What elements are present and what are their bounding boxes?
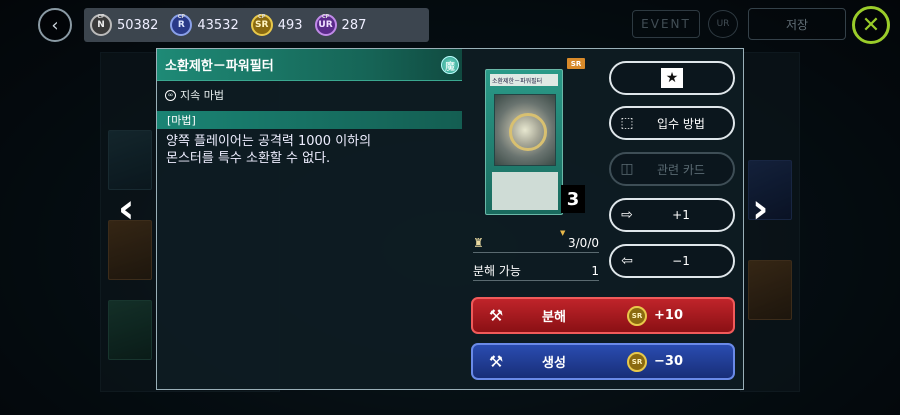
deck-count-badge: 3 — [561, 185, 585, 213]
r-gem-icon: R — [170, 14, 193, 36]
remove-card-icon: ⇦ — [621, 253, 633, 269]
craft-points-value: 43532 — [197, 17, 239, 33]
craft-points-r: R 43532 — [170, 14, 239, 36]
card-description: 양쪽 플레이어는 공격력 1000 이하의 몬스터를 특수 소환할 수 없다. — [166, 134, 372, 166]
related-cards-icon: ◫ — [620, 161, 634, 177]
sr-gem-icon: SR — [627, 305, 647, 326]
card-text-box — [492, 172, 558, 210]
card-detail-dialog: 소환제한－파워필터 魔 ∞ 지속 마법 [마법] 양쪽 플레이어는 공격력 10… — [156, 48, 744, 390]
card-artwork — [494, 94, 556, 166]
craft-points-ur: UR 287 — [314, 14, 367, 36]
card-image[interactable]: 소환제한－파워필터 — [485, 69, 563, 215]
card-type-label: 지속 마법 — [180, 89, 224, 102]
next-card-button[interactable]: › — [752, 186, 768, 232]
craft-points-value: 287 — [341, 17, 367, 33]
add-to-deck-button[interactable]: ⇨ +1 — [609, 198, 735, 232]
ur-filter-button[interactable]: UR — [708, 10, 738, 38]
n-gem-icon: N — [90, 14, 112, 36]
continuous-spell-icon: ∞ — [165, 89, 176, 101]
event-button[interactable]: EVENT — [632, 10, 700, 38]
generate-button[interactable]: ⚒ 생성 SR −30 — [471, 343, 735, 380]
craft-points-n: N 50382 — [90, 14, 158, 36]
dismantle-available-count: 1 — [591, 263, 599, 278]
sr-gem-icon: SR — [627, 351, 647, 372]
generate-value: −30 — [654, 354, 683, 369]
remove-from-deck-button[interactable]: ⇦ −1 — [609, 244, 735, 278]
how-to-obtain-label: 입수 방법 — [657, 116, 705, 131]
generate-label: 생성 — [542, 356, 566, 371]
previous-card-button[interactable]: ‹ — [118, 186, 134, 232]
dismantle-button[interactable]: ⚒ 분해 SR +10 — [471, 297, 735, 334]
dismantle-value: +10 — [654, 308, 683, 323]
craft-hammer-icon: ⚒ — [488, 352, 504, 371]
favorite-button[interactable]: ★ — [609, 61, 735, 95]
add-to-deck-label: +1 — [672, 208, 690, 222]
craft-points-value: 50382 — [117, 17, 159, 33]
card-type-line: ∞ 지속 마법 — [165, 87, 224, 103]
add-card-icon: ⇨ — [621, 207, 633, 223]
dismantle-label: 분해 — [542, 310, 566, 325]
card-name: 소환제한－파워필터 — [157, 49, 462, 81]
sr-gem-icon: SR — [250, 14, 273, 36]
back-button[interactable]: ‹ — [38, 8, 72, 42]
dismantle-available-label: 분해 가능 — [473, 264, 521, 278]
craft-points-value: 493 — [277, 17, 303, 33]
related-cards-button[interactable]: ◫ 관련 카드 — [609, 152, 735, 186]
card-rarity-icon: ♜ — [473, 235, 484, 250]
ur-gem-icon: UR — [314, 14, 337, 36]
hammer-icon: ⚒ — [488, 306, 504, 325]
craft-points-bar: N 50382 R 43532 SR 493 UR 287 — [84, 8, 429, 42]
related-cards-label: 관련 카드 — [657, 162, 705, 177]
craft-points-sr: SR 493 — [250, 14, 303, 36]
close-button[interactable]: ✕ — [852, 6, 890, 44]
obtain-icon: ⬚ — [620, 115, 634, 131]
rarity-badge: SR — [567, 58, 585, 69]
save-button[interactable]: 저장 — [748, 8, 846, 40]
dismantle-available-row: 분해 가능 1 — [473, 261, 599, 281]
remove-from-deck-label: −1 — [672, 254, 690, 268]
spell-attribute-icon: 魔 — [441, 56, 459, 74]
owned-count: 3/0/0 — [568, 235, 599, 250]
owned-count-row: ♜ 3/0/0 — [473, 233, 599, 253]
card-image-title: 소환제한－파워필터 — [490, 74, 558, 86]
star-icon: ★ — [661, 68, 683, 88]
card-category: [마법] — [157, 111, 462, 129]
how-to-obtain-button[interactable]: ⬚ 입수 방법 — [609, 106, 735, 140]
deck-edit-screen: ‹ N 50382 R 43532 SR 493 UR 287 EVENT UR… — [0, 0, 900, 415]
close-icon: ✕ — [861, 12, 881, 38]
chevron-left-icon: ‹ — [118, 186, 135, 232]
chevron-right-icon: › — [752, 186, 769, 232]
chevron-left-icon: ‹ — [51, 14, 59, 36]
